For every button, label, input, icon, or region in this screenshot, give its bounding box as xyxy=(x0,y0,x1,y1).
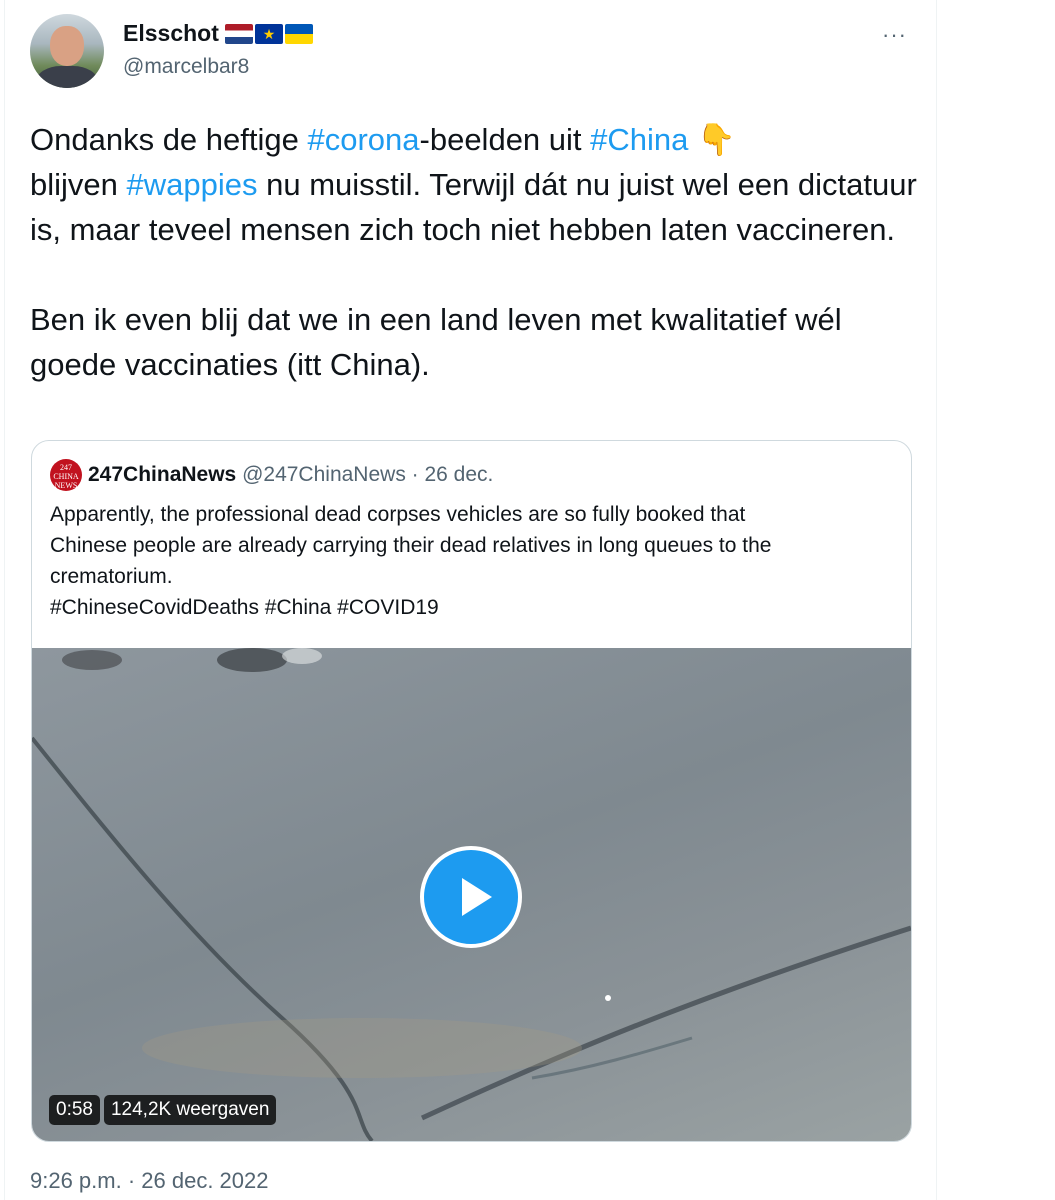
play-icon xyxy=(462,878,492,916)
tweet-timestamp[interactable]: 9:26 p.m. · 26 dec. 2022 xyxy=(30,1168,269,1194)
tweet-text-segment: -beelden uit xyxy=(419,122,591,157)
tweet-paragraph-2: Ben ik even blij dat we in een land leve… xyxy=(30,302,842,382)
avatar-shirt xyxy=(36,66,98,88)
quoted-text-line: crematorium. xyxy=(50,565,173,588)
tweet-text-segment: Ondanks de heftige xyxy=(30,122,308,157)
video-player[interactable]: 0:58 124,2K weergaven xyxy=(32,648,911,1141)
quoted-text-line: Chinese people are already carrying thei… xyxy=(50,534,772,557)
hashtag-china[interactable]: #China xyxy=(590,122,688,157)
quoted-author-name[interactable]: 247ChinaNews xyxy=(88,463,236,486)
hashtag-wappies[interactable]: #wappies xyxy=(127,167,258,202)
tweet-text-segment: blijven xyxy=(30,167,127,202)
more-options-icon[interactable]: ··· xyxy=(882,22,907,48)
author-avatar[interactable] xyxy=(30,14,104,88)
column-border-right xyxy=(936,0,937,1200)
quoted-tweet-header: 247ChinaNews @247ChinaNews · 26 dec. xyxy=(88,463,493,487)
eu-flag-icon: ★ xyxy=(255,24,283,44)
hashtag-corona[interactable]: #corona xyxy=(307,122,419,157)
netherlands-flag-icon xyxy=(225,24,253,44)
ukraine-flag-icon xyxy=(285,24,313,44)
quoted-tweet-date: · 26 dec. xyxy=(411,463,494,486)
play-button[interactable] xyxy=(420,846,522,948)
flag-emojis: ★ xyxy=(225,24,313,44)
quoted-hashtags: #ChineseCovidDeaths #China #COVID19 xyxy=(50,596,439,619)
pointing-down-emoji: 👇 xyxy=(697,122,736,157)
author-handle[interactable]: @marcelbar8 xyxy=(123,55,249,79)
quoted-author-avatar[interactable]: 247 CHINA NEWS xyxy=(50,459,82,491)
avatar-face xyxy=(50,26,84,66)
author-display-name[interactable]: Elsschot xyxy=(123,20,219,47)
video-duration: 0:58 xyxy=(49,1095,100,1125)
video-info-badges: 0:58 124,2K weergaven xyxy=(49,1095,277,1125)
video-view-count: 124,2K weergaven xyxy=(103,1095,277,1125)
tweet-paragraph-1: Ondanks de heftige #corona-beelden uit #… xyxy=(30,117,920,252)
quoted-author-handle[interactable]: @247ChinaNews xyxy=(242,463,406,486)
tweet-text: Ondanks de heftige #corona-beelden uit #… xyxy=(30,117,920,387)
quoted-tweet-text: Apparently, the professional dead corpse… xyxy=(50,499,890,623)
quoted-tweet-card[interactable]: 247 CHINA NEWS 247ChinaNews @247ChinaNew… xyxy=(31,440,912,1142)
quoted-text-line: Apparently, the professional dead corpse… xyxy=(50,503,746,526)
column-border-left xyxy=(4,0,5,1200)
